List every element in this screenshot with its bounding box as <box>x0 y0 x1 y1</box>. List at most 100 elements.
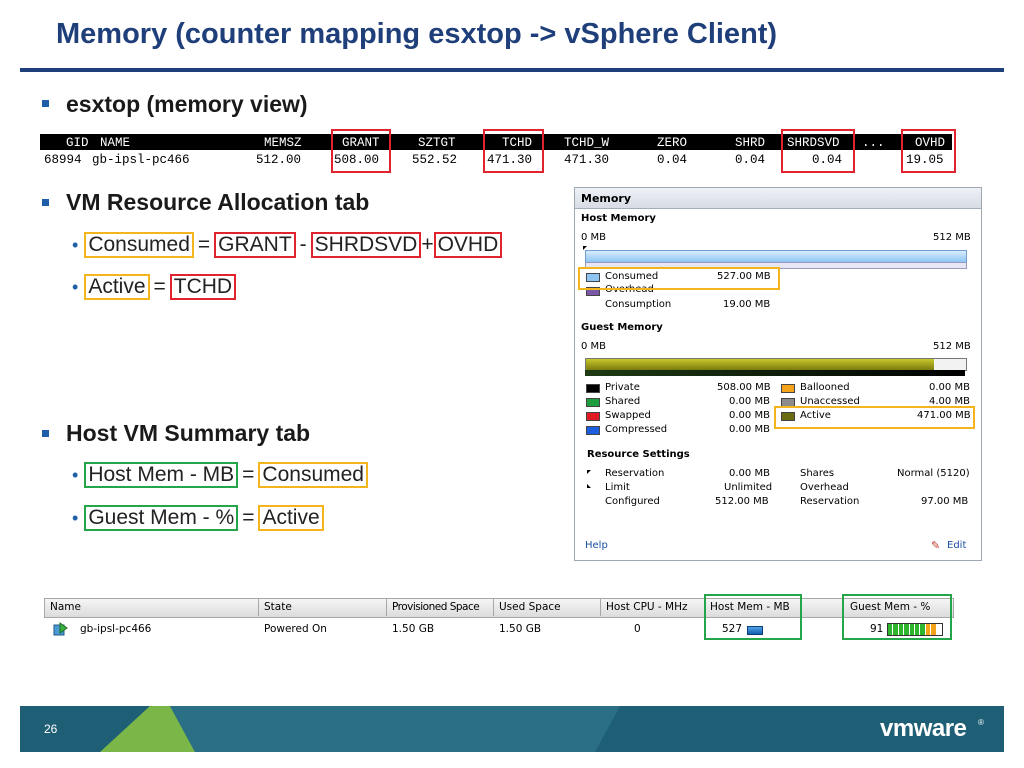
memory-panel: Memory Host Memory 0 MB 512 MB Consumed … <box>574 187 982 561</box>
shared-value: 0.00 MB <box>729 396 770 407</box>
memory-panel-title: Memory <box>581 192 632 205</box>
mapping-guest-mem: • Guest Mem - % = Active <box>72 505 324 531</box>
limit-value: Unlimited <box>724 482 773 493</box>
row-provisioned: 1.50 GB <box>392 623 435 635</box>
ovhd-term: OVHD <box>433 232 503 258</box>
active-term: Active <box>84 274 150 300</box>
edit-link[interactable]: Edit <box>947 540 966 551</box>
mapping-active: • Active = TCHD <box>72 274 237 300</box>
highlight-tchd <box>483 129 544 173</box>
plus-sign: + <box>421 233 434 256</box>
help-link[interactable]: Help <box>585 540 608 551</box>
guest-memory-heading: Guest Memory <box>581 322 663 333</box>
row-state: Powered On <box>264 623 327 635</box>
col-cpu-header[interactable]: Host CPU - MHz <box>606 601 688 613</box>
esxtop-val-memsz: 512.00 <box>256 153 302 167</box>
consumption-value: 19.00 MB <box>723 299 771 310</box>
pencil-icon[interactable]: ✎ <box>931 539 940 552</box>
host-min-label: 0 MB <box>581 232 607 243</box>
column-separator <box>386 598 387 616</box>
marker-icon <box>583 246 587 250</box>
equals-sign: = <box>197 233 211 256</box>
grant-term: GRANT <box>214 232 296 258</box>
page-number: 26 <box>44 722 58 736</box>
highlight-shrdsvd <box>781 129 855 173</box>
slide-title: Memory (counter mapping esxtop -> vSpher… <box>56 18 778 50</box>
private-label: Private <box>605 382 640 393</box>
guest-max-label: 512 MB <box>933 341 971 352</box>
shared-swatch <box>586 398 600 407</box>
limit-label: Limit <box>605 482 630 493</box>
vmware-logo: vmware <box>880 715 967 742</box>
equals-sign: = <box>242 463 255 486</box>
shared-label: Shared <box>605 396 641 407</box>
compressed-value: 0.00 MB <box>729 424 770 435</box>
bullet-square <box>42 100 49 107</box>
private-swatch <box>586 384 600 393</box>
overhead-reservation-label: Reservation <box>800 496 860 507</box>
bullet-square <box>42 199 49 206</box>
bullet-esxtop: esxtop (memory view) <box>66 91 308 117</box>
guest-private-bar <box>585 370 965 376</box>
tchd-term: TCHD <box>169 274 237 300</box>
bullet-dot: • <box>72 507 79 528</box>
esxtop-col-zero: ZERO <box>657 136 688 150</box>
shares-value: Normal (5120) <box>897 468 970 479</box>
shares-label: Shares <box>800 468 835 479</box>
esxtop-col-tchd-w: TCHD_W <box>564 136 610 150</box>
slide-footer: 26 vmware ® <box>20 706 1004 752</box>
col-used-header[interactable]: Used Space <box>499 601 561 613</box>
overhead-reservation-value: 97.00 MB <box>921 496 969 507</box>
host-memory-heading: Host Memory <box>581 213 656 224</box>
esxtop-val-shrd: 0.04 <box>735 153 766 167</box>
host-max-label: 512 MB <box>933 232 971 243</box>
guest-active-fill <box>586 359 934 370</box>
highlight-consumed <box>578 267 780 290</box>
compressed-swatch <box>586 426 600 435</box>
configured-label: Configured <box>605 496 660 507</box>
esxtop-col-shrd: SHRD <box>735 136 766 150</box>
consumed-term: Consumed <box>84 232 194 258</box>
mapping-host-mem: • Host Mem - MB = Consumed <box>72 462 368 488</box>
overhead-setting-label: Overhead <box>800 482 849 493</box>
column-separator <box>600 598 601 616</box>
private-value: 508.00 MB <box>717 382 771 393</box>
active-term: Active <box>258 505 324 531</box>
esxtop-val-tchd-w: 471.30 <box>564 153 610 167</box>
esxtop-col-memsz: MEMSZ <box>264 136 302 150</box>
swapped-swatch <box>586 412 600 421</box>
vm-summary-table: Name State Provisioned Space Used Space … <box>44 594 954 640</box>
col-state-header[interactable]: State <box>264 601 292 613</box>
guest-min-label: 0 MB <box>581 341 607 352</box>
esxtop-val-zero: 0.04 <box>657 153 688 167</box>
shrdsvd-term: SHRDSVD <box>310 232 422 258</box>
highlight-host-mem <box>704 594 802 640</box>
highlight-active <box>774 406 975 429</box>
swapped-label: Swapped <box>605 410 651 421</box>
compressed-label: Compressed <box>605 424 668 435</box>
reservation-value: 0.00 MB <box>729 468 770 479</box>
memory-panel-header <box>575 188 981 209</box>
col-name-header[interactable]: Name <box>50 601 81 613</box>
esxtop-col-name: NAME <box>100 136 131 150</box>
ballooned-swatch <box>781 384 795 393</box>
esxtop-val-sztgt: 552.52 <box>412 153 458 167</box>
mapping-consumed: • Consumed = GRANT - SHRDSVD + OVHD <box>72 232 503 258</box>
esxtop-ellipsis: ... <box>862 136 885 150</box>
limit-marker-icon <box>587 484 591 488</box>
col-provisioned-header[interactable]: Provisioned Space <box>392 601 480 613</box>
column-separator <box>493 598 494 616</box>
row-cpu: 0 <box>634 623 641 635</box>
equals-sign: = <box>153 275 166 298</box>
row-vm-name[interactable]: gb-ipsl-pc466 <box>80 623 151 635</box>
bullet-dot: • <box>72 464 79 485</box>
highlight-grant <box>331 129 391 173</box>
esxtop-col-sztgt: SZTGT <box>418 136 456 150</box>
bullet-resource-tab: VM Resource Allocation tab <box>66 189 370 215</box>
bullet-dot: • <box>72 234 79 255</box>
resource-settings-heading: Resource Settings <box>587 449 690 460</box>
column-separator <box>258 598 259 616</box>
esxtop-val-name: gb-ipsl-pc466 <box>92 153 190 167</box>
bullet-summary-tab: Host VM Summary tab <box>66 420 311 446</box>
reservation-marker-icon <box>587 470 591 474</box>
